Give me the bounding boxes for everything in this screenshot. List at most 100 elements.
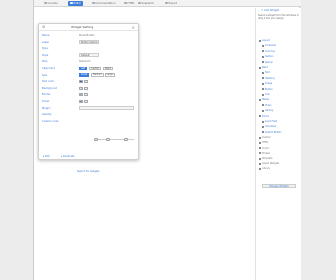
widget-icon: [262, 77, 264, 80]
sidebar-item-input-field[interactable]: Input Field: [262, 120, 277, 124]
opacity-slider[interactable]: [94, 137, 134, 142]
sidebar-item-label: Custom: [262, 136, 271, 140]
color-swatch[interactable]: [84, 93, 88, 96]
sidebar-item-spacer[interactable]: Spacer: [262, 61, 273, 65]
sidebar-item-link[interactable]: Link: [262, 93, 270, 97]
sidebar-item-label: Gallery: [265, 109, 274, 113]
setting-label: Size: [42, 73, 48, 77]
search-widgets-link[interactable]: Search for widgets: [77, 170, 99, 173]
tab-label: Documentation: [95, 2, 116, 5]
duplicate-button[interactable]: ▸ Duplicate: [61, 155, 74, 159]
widget-icon: [262, 55, 264, 58]
tab-icon: [92, 1, 95, 5]
close-icon[interactable]: ×: [132, 25, 135, 30]
setting-input[interactable]: [79, 106, 134, 110]
slider-handle[interactable]: [124, 137, 128, 142]
slider-handle[interactable]: [106, 137, 110, 142]
sidebar-item-section[interactable]: Section: [262, 55, 274, 59]
setting-label: Role: [42, 60, 48, 63]
option-medium[interactable]: Medium: [91, 73, 104, 77]
sidebar-item-label: Basic: [262, 66, 269, 69]
tab-html[interactable]: HTML: [122, 1, 137, 6]
sidebar-item-saved-widgets[interactable]: Saved Widgets: [259, 162, 279, 166]
color-swatch[interactable]: [79, 86, 83, 90]
setting-label: Hover: [42, 99, 50, 103]
sidebar-item-forms[interactable]: Forms: [259, 115, 269, 119]
sidebar-item-label: Image: [265, 82, 273, 86]
sidebar-item-checkbox[interactable]: Checkbox: [262, 125, 276, 129]
sidebar-item-button[interactable]: Button: [262, 88, 273, 92]
editor-canvas[interactable]: ⚙ Widget Setting × Name Panel Button Label…: [35, 8, 253, 280]
setting-input[interactable]: Button Section: [79, 40, 99, 44]
option-large[interactable]: Large: [104, 73, 115, 77]
folder-icon: [259, 66, 261, 69]
setting-label: Margin: [42, 106, 51, 110]
option-left[interactable]: Left: [79, 66, 88, 71]
sidebar-item-label: Button: [265, 87, 273, 91]
setting-input[interactable]: Default: [79, 53, 99, 57]
manage-widgets-button[interactable]: Manage Widgets: [262, 184, 296, 188]
sidebar-item-label: Script: [262, 146, 269, 150]
color-swatch[interactable]: [79, 80, 83, 83]
sidebar-item-label: Link: [265, 93, 270, 96]
color-swatch[interactable]: [84, 80, 88, 83]
sidebar-item-template[interactable]: Template: [259, 157, 272, 161]
setting-label: Text color: [42, 80, 55, 83]
sidebar-item-library[interactable]: Library: [259, 167, 270, 171]
sidebar-item-embed[interactable]: Embed: [259, 152, 270, 156]
slider-handle[interactable]: [94, 137, 98, 142]
sidebar-item-label: Saved Widgets: [262, 162, 280, 166]
tab-export[interactable]: Export: [163, 1, 179, 6]
color-swatch[interactable]: [79, 93, 83, 96]
sidebar-item-custom[interactable]: Custom: [259, 136, 271, 140]
folder-icon: [259, 98, 261, 101]
option-right[interactable]: Right: [103, 66, 113, 71]
sidebar-item-label: Submit Button: [265, 130, 282, 134]
widget-icon: [262, 131, 264, 134]
sidebar-item-columns[interactable]: Columns: [262, 50, 275, 54]
sidebar-item-label: Columns: [265, 49, 275, 53]
sidebar-item-gallery[interactable]: Gallery: [262, 109, 273, 113]
sidebar-item-media[interactable]: Media: [259, 98, 269, 102]
folder-icon: [259, 162, 261, 165]
sidebar-item-script[interactable]: Script: [259, 147, 269, 151]
tab-editor[interactable]: Editor: [68, 1, 84, 6]
tab-snapshot[interactable]: Snapshot: [136, 1, 156, 6]
add-widget-button[interactable]: ✎ Add Widget: [261, 8, 291, 13]
sidebar-item-heading[interactable]: Heading: [262, 77, 275, 81]
sidebar-item-label: Layout: [262, 39, 270, 42]
sidebar-item-label: Library: [262, 167, 271, 171]
option-small[interactable]: Small: [79, 73, 90, 77]
widget-icon: [262, 104, 264, 107]
sidebar-item-video[interactable]: Video: [262, 104, 271, 108]
color-swatch[interactable]: [79, 99, 83, 103]
folder-icon: [259, 147, 261, 150]
settings-icon[interactable]: ⚙: [42, 25, 45, 30]
dialog-title: Widget Setting: [71, 25, 94, 29]
option-center[interactable]: Center: [89, 66, 101, 71]
sidebar-item-text[interactable]: Text: [262, 71, 270, 75]
folder-icon: [259, 136, 261, 139]
widget-icon: [262, 109, 264, 112]
setting-row: Background: [39, 86, 140, 91]
color-swatch[interactable]: [84, 86, 88, 90]
sidebar-item-basic[interactable]: Basic: [259, 66, 268, 70]
color-swatch[interactable]: [84, 99, 88, 103]
tab-label: Editor: [73, 2, 82, 5]
sidebar-item-html[interactable]: HTML: [259, 141, 268, 145]
sidebar-item-label: HTML: [262, 141, 269, 145]
sidebar-item-label: Text: [265, 71, 270, 75]
setting-label: Label: [42, 40, 49, 44]
sidebar-item-layout[interactable]: Layout: [259, 39, 270, 43]
sidebar-item-container[interactable]: Container: [262, 44, 276, 48]
sidebar-item-submit-button[interactable]: Submit Button: [262, 131, 282, 135]
sidebar-item-label: Heading: [265, 76, 275, 80]
sidebar-item-image[interactable]: Image: [262, 82, 272, 86]
tab-console[interactable]: Console: [42, 1, 60, 6]
tab-documentation[interactable]: Documentation: [90, 1, 118, 6]
tab-icon: [124, 1, 127, 5]
setting-label: Alignment: [42, 67, 55, 70]
sidebar-item-label: Video: [265, 103, 272, 107]
edit-button[interactable]: ▸ Edit: [43, 155, 50, 159]
sidebar-item-label: Container: [265, 44, 277, 48]
